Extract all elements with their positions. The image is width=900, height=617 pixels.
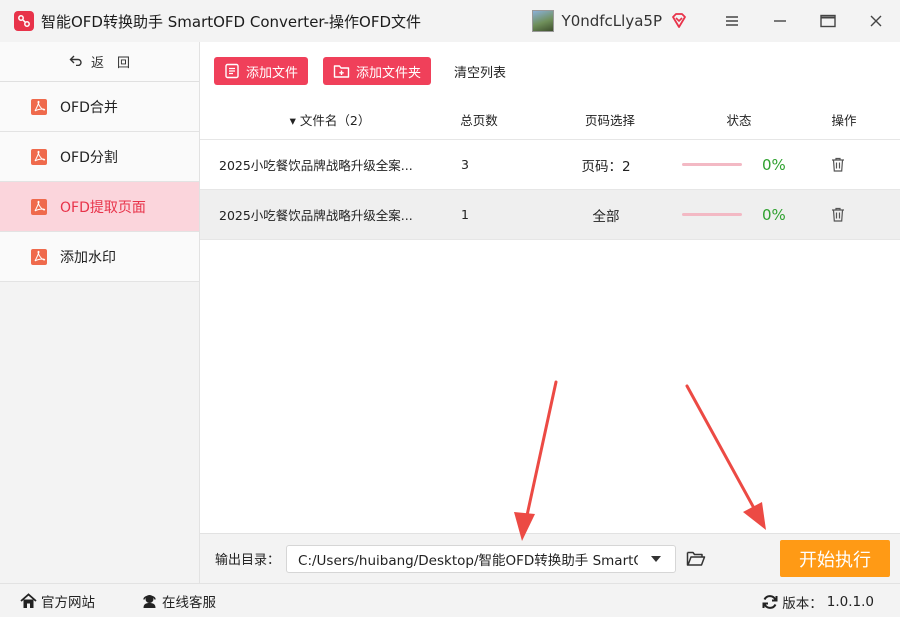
minimize-icon[interactable] [756,0,804,42]
start-button[interactable]: 开始执行 [780,540,890,577]
pdf-icon [30,198,48,216]
home-icon [20,592,37,609]
status-cell: 0% [682,156,812,174]
user-avatar[interactable] [531,10,554,32]
header-pages: 总页数 [460,113,498,128]
online-service-label: 在线客服 [162,594,216,611]
back-button[interactable]: 返 回 [0,42,199,82]
file-icon [224,63,240,79]
sidebar-item-label: 添加水印 [60,249,116,266]
progress-percent: 0% [762,205,786,224]
sidebar-item-label: OFD分割 [60,149,118,166]
table-row[interactable]: 2025小吃餐饮品牌战略升级全案... 1 全部 0% [200,190,900,240]
sidebar-item-ofd-extract-pages[interactable]: OFD提取页面 [0,182,199,232]
output-dir-value: C:/Users/huibang/Desktop/智能OFD转换助手 Smart… [298,552,638,569]
sidebar: 返 回 OFD合并 OFD分割 OFD提取页面 添加水印 [0,42,200,583]
table-header: ▾ 文件名（2） 总页数 页码选择 状态 操作 [200,100,900,140]
page-range[interactable]: 页码：2 [556,155,656,175]
official-site-label: 官方网站 [41,594,95,611]
pdf-icon [30,248,48,266]
progress-bar [682,163,742,166]
close-icon[interactable] [852,0,900,42]
open-folder-icon[interactable] [686,549,706,569]
sidebar-item-ofd-merge[interactable]: OFD合并 [0,82,199,132]
file-name: 2025小吃餐饮品牌战略升级全案... [219,158,413,173]
sidebar-item-ofd-split[interactable]: OFD分割 [0,132,199,182]
header-status: 状态 [726,113,752,128]
output-bar: 输出目录： C:/Users/huibang/Desktop/智能OFD转换助手… [200,533,900,583]
menu-icon[interactable] [708,0,756,42]
back-label: 返 回 [90,56,130,71]
version-label: 版本： [782,596,823,612]
main-panel: 添加文件 添加文件夹 清空列表 ▾ 文件名（2） 总页数 页码选择 状态 操作 … [200,42,900,533]
username[interactable]: Y0ndfcLlya5P [562,12,662,30]
title-bar: 智能OFD转换助手 SmartOFD Converter-操作OFD文件 Y0n… [0,0,900,42]
app-logo-icon [14,11,34,31]
progress-percent: 0% [762,155,786,174]
window-title: 智能OFD转换助手 SmartOFD Converter-操作OFD文件 [41,12,422,31]
pdf-icon [30,148,48,166]
header-operation: 操作 [831,113,857,128]
delete-icon[interactable] [818,207,858,222]
header-filename[interactable]: ▾ 文件名（2） [230,110,430,129]
refresh-icon [762,594,778,610]
sidebar-item-label: OFD提取页面 [60,199,146,216]
page-range[interactable]: 全部 [556,205,656,225]
delete-icon[interactable] [818,157,858,172]
progress-bar [682,213,742,216]
status-cell: 0% [682,206,812,224]
page-count: 1 [461,207,469,222]
output-dir-select[interactable]: C:/Users/huibang/Desktop/智能OFD转换助手 Smart… [286,544,677,573]
online-service-link[interactable]: 在线客服 [141,591,216,611]
clear-list-button[interactable]: 清空列表 [454,62,506,81]
vip-heart-icon[interactable] [670,12,688,30]
chevron-down-icon [651,555,662,562]
folder-add-icon [333,63,350,79]
add-folder-label: 添加文件夹 [356,65,422,81]
toolbar: 添加文件 添加文件夹 清空列表 [200,42,900,100]
footer: 官方网站 在线客服 版本： 1.0.1.0 [0,583,900,617]
add-folder-button[interactable]: 添加文件夹 [323,57,432,85]
add-file-button[interactable]: 添加文件 [214,57,309,85]
version-info[interactable]: 版本： 1.0.1.0 [762,592,874,612]
maximize-icon[interactable] [804,0,852,42]
headset-icon [141,593,158,609]
add-file-label: 添加文件 [246,65,299,81]
table-row[interactable]: 2025小吃餐饮品牌战略升级全案... 3 页码：2 0% [200,140,900,190]
sidebar-item-add-watermark[interactable]: 添加水印 [0,232,199,282]
page-count: 3 [461,157,469,172]
pdf-icon [30,98,48,116]
sidebar-item-label: OFD合并 [60,99,118,116]
back-arrow-icon [69,54,83,70]
header-range: 页码选择 [584,113,635,128]
official-site-link[interactable]: 官方网站 [20,591,95,611]
output-dir-label: 输出目录： [215,553,281,568]
file-name: 2025小吃餐饮品牌战略升级全案... [219,208,413,223]
version-number: 1.0.1.0 [826,594,874,610]
